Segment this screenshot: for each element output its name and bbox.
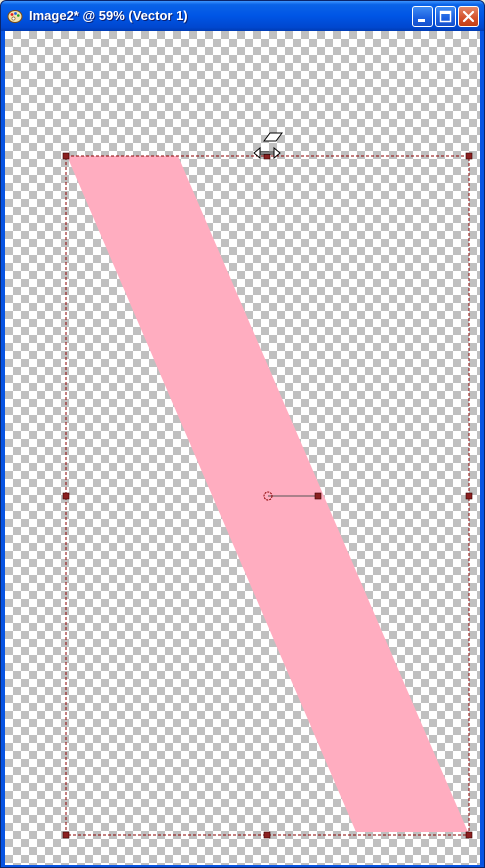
- title-bar[interactable]: Image2* @ 59% (Vector 1): [1, 1, 484, 31]
- pink-vector-shape[interactable]: [67, 156, 468, 832]
- handle-bottom-right: [465, 831, 473, 839]
- image-window: Image2* @ 59% (Vector 1): [0, 0, 485, 868]
- window-title: Image2* @ 59% (Vector 1): [29, 8, 188, 23]
- maximize-button[interactable]: [435, 6, 456, 27]
- minimize-button[interactable]: [412, 6, 433, 27]
- close-icon: [462, 10, 475, 23]
- handle-bottom-left: [62, 831, 70, 839]
- handle-middle-right: [465, 492, 473, 500]
- handle-middle-left: [62, 492, 70, 500]
- handle-top-right: [465, 152, 473, 160]
- maximize-icon: [439, 10, 452, 23]
- window-frame-right[interactable]: [480, 31, 484, 867]
- handle-top-left: [62, 152, 70, 160]
- close-button[interactable]: [458, 6, 479, 27]
- shear-move-cursor-icon: [253, 132, 283, 160]
- image-canvas[interactable]: [5, 31, 480, 865]
- rotation-grip: [314, 492, 322, 500]
- canvas-overlay: [62, 132, 473, 839]
- minimize-icon: [418, 19, 425, 22]
- handle-bottom-middle: [263, 831, 271, 839]
- paint-palette-icon[interactable]: [7, 8, 23, 24]
